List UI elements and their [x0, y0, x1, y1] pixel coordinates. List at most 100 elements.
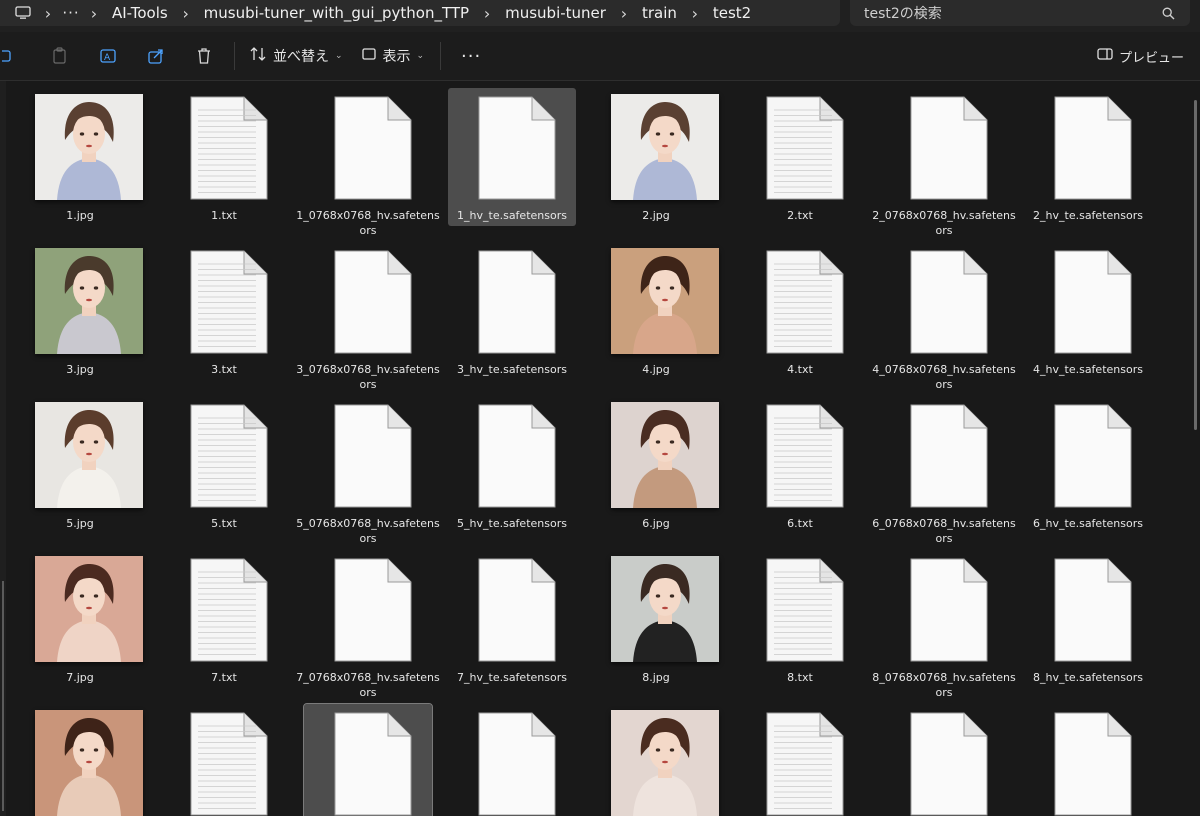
file-item[interactable]: 6_hv_te.safetensors — [1024, 396, 1152, 534]
file-item[interactable]: 7_0768x0768_hv.safetensors — [296, 550, 440, 699]
file-item[interactable]: 5.jpg — [16, 396, 144, 534]
file-item[interactable]: 2.jpg — [592, 88, 720, 226]
file-name: 3.txt — [211, 363, 237, 376]
file-item[interactable]: 2_0768x0768_hv.safetensors — [872, 88, 1016, 237]
file-icon — [324, 402, 432, 510]
file-item[interactable] — [880, 704, 1008, 816]
nav-scrollbar[interactable] — [2, 581, 4, 811]
command-bar: A 並べ替え ⌄ 表示 ⌄ ··· プレビュー — [0, 32, 1200, 81]
file-item[interactable]: 5_0768x0768_hv.safetensors — [296, 396, 440, 545]
chevron-right-icon[interactable]: › — [82, 4, 106, 23]
file-name: 2_0768x0768_hv.safetensors — [872, 209, 1016, 237]
file-icon — [1044, 248, 1152, 356]
new-icon[interactable] — [0, 39, 16, 73]
photo-thumbnail — [35, 556, 143, 662]
file-item[interactable] — [592, 704, 720, 816]
file-name: 5.jpg — [66, 517, 94, 530]
file-name: 5_hv_te.safetensors — [457, 517, 567, 530]
file-name: 7.jpg — [66, 671, 94, 684]
share-icon[interactable] — [132, 39, 180, 73]
more-options-icon[interactable]: ··· — [447, 39, 495, 73]
file-item[interactable] — [303, 703, 433, 816]
file-item[interactable]: 1_0768x0768_hv.safetensors — [296, 88, 440, 237]
file-icon — [468, 556, 576, 664]
cut-icon[interactable] — [36, 39, 84, 73]
photo-thumbnail — [35, 710, 143, 816]
breadcrumb-item[interactable]: train — [636, 4, 683, 22]
breadcrumb-item[interactable]: AI-Tools — [106, 4, 174, 22]
file-item[interactable]: 8_0768x0768_hv.safetensors — [872, 550, 1016, 699]
search-box[interactable]: test2の検索 — [850, 0, 1190, 26]
file-item[interactable]: 8_hv_te.safetensors — [1024, 550, 1152, 688]
file-grid: 1.jpg 1.txt 1_0768x0768_hv.safetensors 1… — [16, 88, 1186, 816]
this-pc-icon[interactable] — [10, 0, 36, 26]
file-item[interactable]: 3_hv_te.safetensors — [448, 242, 576, 380]
file-item[interactable]: 2_hv_te.safetensors — [1024, 88, 1152, 226]
breadcrumb[interactable]: › ··· › AI-Tools › musubi-tuner_with_gui… — [0, 0, 840, 26]
file-name: 8.txt — [787, 671, 813, 684]
file-item[interactable] — [1024, 704, 1152, 816]
file-item[interactable]: 4_0768x0768_hv.safetensors — [872, 242, 1016, 391]
file-item[interactable]: 7.txt — [160, 550, 288, 688]
blank-document-icon — [334, 404, 412, 508]
file-item[interactable]: 3_0768x0768_hv.safetensors — [296, 242, 440, 391]
file-item[interactable] — [736, 704, 864, 816]
text-file-icon — [756, 402, 864, 510]
chevron-right-icon[interactable]: › — [612, 4, 636, 23]
file-item[interactable]: 8.jpg — [592, 550, 720, 688]
view-button[interactable]: 表示 ⌄ — [351, 39, 435, 73]
file-item[interactable]: 1.jpg — [16, 88, 144, 226]
breadcrumb-current[interactable]: test2 — [707, 4, 757, 22]
chevron-down-icon: ⌄ — [335, 51, 343, 61]
breadcrumb-item[interactable]: musubi-tuner — [499, 4, 612, 22]
rename-icon[interactable]: A — [84, 39, 132, 73]
file-icon — [1044, 710, 1152, 816]
file-item[interactable]: 3.txt — [160, 242, 288, 380]
file-item[interactable]: 6_0768x0768_hv.safetensors — [872, 396, 1016, 545]
preview-button[interactable]: プレビュー — [1097, 39, 1184, 73]
text-document-icon — [190, 558, 268, 662]
file-item[interactable] — [16, 704, 144, 816]
file-item[interactable]: 5_hv_te.safetensors — [448, 396, 576, 534]
delete-icon[interactable] — [180, 39, 228, 73]
file-item[interactable]: 2.txt — [736, 88, 864, 226]
file-item[interactable]: 4.jpg — [592, 242, 720, 380]
file-item[interactable]: 8.txt — [736, 550, 864, 688]
file-item[interactable]: 4.txt — [736, 242, 864, 380]
vertical-scrollbar[interactable] — [1194, 100, 1197, 430]
search-icon[interactable] — [1158, 7, 1178, 20]
file-item[interactable]: 3.jpg — [16, 242, 144, 380]
file-name: 7.txt — [211, 671, 237, 684]
chevron-right-icon[interactable]: › — [683, 4, 707, 23]
text-file-icon — [756, 556, 864, 664]
sort-button[interactable]: 並べ替え ⌄ — [241, 39, 351, 73]
file-item[interactable] — [160, 704, 288, 816]
text-file-icon — [756, 94, 864, 202]
chevron-right-icon[interactable]: › — [174, 4, 198, 23]
file-item[interactable]: 6.jpg — [592, 396, 720, 534]
address-bar-area: › ··· › AI-Tools › musubi-tuner_with_gui… — [0, 0, 1200, 32]
file-item[interactable]: 6.txt — [736, 396, 864, 534]
breadcrumb-item[interactable]: musubi-tuner_with_gui_python_TTP — [198, 4, 475, 22]
photo-thumbnail — [35, 94, 143, 200]
chevron-right-icon[interactable]: › — [36, 4, 60, 23]
file-item[interactable]: 7.jpg — [16, 550, 144, 688]
image-thumbnail — [35, 710, 144, 816]
file-item[interactable]: 5.txt — [160, 396, 288, 534]
more-locations-icon[interactable]: ··· — [60, 4, 82, 22]
file-item[interactable] — [448, 704, 576, 816]
text-file-icon — [180, 402, 288, 510]
chevron-right-icon[interactable]: › — [475, 4, 499, 23]
blank-document-icon — [910, 404, 988, 508]
text-document-icon — [190, 96, 268, 200]
blank-document-icon — [478, 404, 556, 508]
file-item[interactable]: 7_hv_te.safetensors — [448, 550, 576, 688]
search-input[interactable]: test2の検索 — [864, 3, 1158, 23]
file-item[interactable]: 1.txt — [160, 88, 288, 226]
file-item[interactable]: 4_hv_te.safetensors — [1024, 242, 1152, 380]
file-icon — [468, 710, 576, 816]
file-name: 4.txt — [787, 363, 813, 376]
text-file-icon — [756, 710, 864, 816]
file-item[interactable]: 1_hv_te.safetensors — [448, 88, 576, 226]
file-name: 7_hv_te.safetensors — [457, 671, 567, 684]
